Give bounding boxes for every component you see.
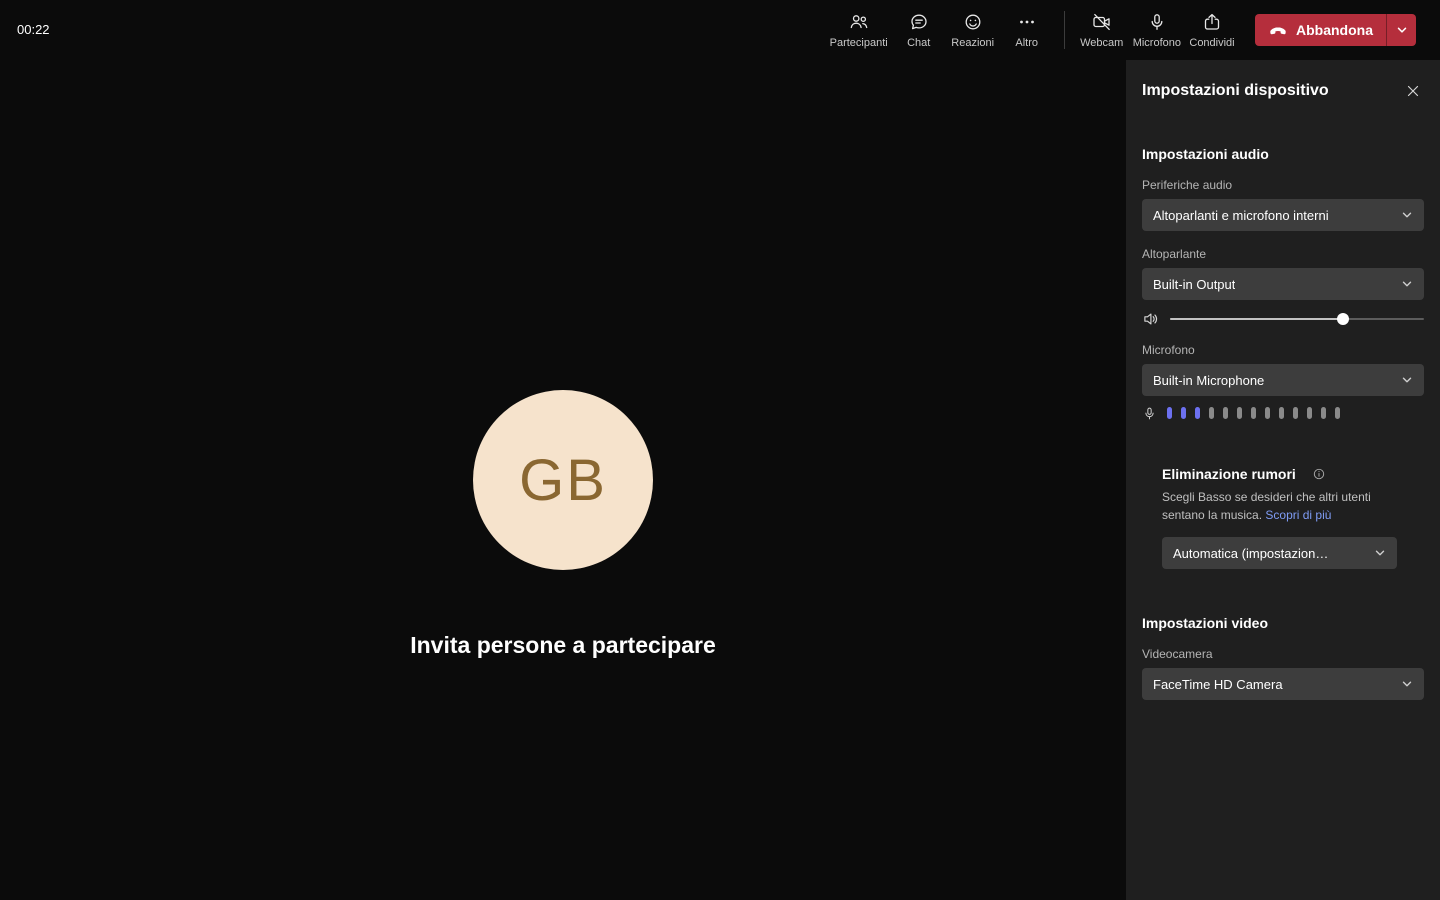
avatar-initials: GB bbox=[519, 447, 607, 513]
chevron-down-icon bbox=[1401, 678, 1413, 690]
chat-icon bbox=[909, 12, 929, 32]
leave-label: Abbandona bbox=[1296, 22, 1373, 38]
toolbar: Partecipanti Chat Reazioni Altro Webcam … bbox=[826, 0, 1416, 60]
camera-select[interactable]: FaceTime HD Camera bbox=[1142, 668, 1424, 700]
noise-suppression-value: Automatica (impostazion… bbox=[1173, 545, 1329, 561]
mic-level-icon bbox=[1142, 406, 1157, 421]
chevron-down-icon bbox=[1401, 209, 1413, 221]
mic-level-bar bbox=[1307, 407, 1312, 419]
microphone-label: Microfono bbox=[1132, 36, 1181, 49]
audio-devices-label: Periferiche audio bbox=[1142, 178, 1233, 192]
leave-options-button[interactable] bbox=[1386, 14, 1416, 46]
mic-level-bar bbox=[1167, 407, 1172, 419]
leave-button-group: Abbandona bbox=[1255, 14, 1416, 46]
noise-suppression-select[interactable]: Automatica (impostazion… bbox=[1162, 537, 1397, 569]
reactions-label: Reazioni bbox=[951, 36, 995, 49]
webcam-toggle-button[interactable]: Webcam bbox=[1075, 0, 1129, 60]
panel-header: Impostazioni dispositivo bbox=[1142, 80, 1424, 102]
share-icon bbox=[1202, 12, 1222, 32]
speaker-value: Built-in Output bbox=[1153, 276, 1236, 292]
ellipsis-icon bbox=[1017, 12, 1037, 32]
microphone-select[interactable]: Built-in Microphone bbox=[1142, 364, 1424, 396]
device-settings-panel: Impostazioni dispositivo Impostazioni au… bbox=[1126, 60, 1440, 900]
info-icon[interactable] bbox=[1312, 467, 1326, 481]
hangup-icon bbox=[1268, 20, 1288, 40]
mic-level-row bbox=[1142, 406, 1424, 420]
mic-level-bar bbox=[1321, 407, 1326, 419]
microphone-icon bbox=[1147, 12, 1167, 32]
audio-section-title: Impostazioni audio bbox=[1142, 146, 1269, 162]
webcam-label: Webcam bbox=[1080, 36, 1124, 49]
audio-devices-select[interactable]: Altoparlanti e microfono interni bbox=[1142, 199, 1424, 231]
video-section-title: Impostazioni video bbox=[1142, 615, 1269, 631]
chevron-down-icon bbox=[1401, 278, 1413, 290]
meeting-stage: GB Invita persone a partecipare bbox=[0, 60, 1126, 900]
mic-level-bar bbox=[1251, 407, 1256, 419]
mic-level-bar bbox=[1237, 407, 1242, 419]
close-panel-button[interactable] bbox=[1402, 80, 1424, 102]
noise-suppression-block: Eliminazione rumori Scegli Basso se desi… bbox=[1162, 466, 1424, 569]
mic-level-bar bbox=[1293, 407, 1298, 419]
more-button[interactable]: Altro bbox=[1000, 0, 1054, 60]
invite-heading: Invita persone a partecipare bbox=[410, 632, 716, 658]
more-label: Altro bbox=[1015, 36, 1039, 49]
avatar: GB bbox=[473, 390, 653, 570]
camera-value: FaceTime HD Camera bbox=[1153, 676, 1283, 692]
mic-level-bar bbox=[1265, 407, 1270, 419]
chevron-down-icon bbox=[1374, 547, 1386, 559]
reaction-icon bbox=[963, 12, 983, 32]
mic-level-meter bbox=[1167, 407, 1340, 419]
speaker-label: Altoparlante bbox=[1142, 247, 1207, 261]
participants-button[interactable]: Partecipanti bbox=[826, 0, 892, 60]
meeting-timer: 00:22 bbox=[17, 22, 50, 37]
leave-button[interactable]: Abbandona bbox=[1255, 14, 1386, 46]
volume-slider-fill bbox=[1170, 318, 1343, 320]
mic-level-bar bbox=[1335, 407, 1340, 419]
noise-suppression-description: Scegli Basso se desideri che altri utent… bbox=[1162, 488, 1390, 524]
chat-button[interactable]: Chat bbox=[892, 0, 946, 60]
mic-level-bar bbox=[1209, 407, 1214, 419]
camera-off-icon bbox=[1092, 12, 1112, 32]
speaker-volume-icon bbox=[1142, 310, 1160, 328]
microphone-value: Built-in Microphone bbox=[1153, 372, 1265, 388]
volume-row bbox=[1142, 311, 1424, 327]
mic-level-bar bbox=[1279, 407, 1284, 419]
chevron-down-icon bbox=[1396, 24, 1408, 36]
share-label: Condividi bbox=[1189, 36, 1235, 49]
speaker-select[interactable]: Built-in Output bbox=[1142, 268, 1424, 300]
volume-slider-handle[interactable] bbox=[1336, 313, 1349, 325]
mic-select-label: Microfono bbox=[1142, 343, 1195, 357]
camera-label: Videocamera bbox=[1142, 647, 1213, 661]
microphone-toggle-button[interactable]: Microfono bbox=[1129, 0, 1185, 60]
share-button[interactable]: Condividi bbox=[1185, 0, 1239, 60]
volume-slider[interactable] bbox=[1170, 313, 1424, 325]
mic-level-bar bbox=[1223, 407, 1228, 419]
mic-level-bar bbox=[1181, 407, 1186, 419]
chat-label: Chat bbox=[907, 36, 931, 49]
toolbar-divider bbox=[1063, 11, 1065, 49]
learn-more-link[interactable]: Scopri di più bbox=[1265, 508, 1331, 522]
participants-label: Partecipanti bbox=[829, 36, 888, 49]
meeting-topbar: 00:22 Partecipanti Chat Reazioni Altro W… bbox=[0, 0, 1440, 60]
close-icon bbox=[1404, 82, 1422, 100]
chevron-down-icon bbox=[1401, 374, 1413, 386]
audio-devices-value: Altoparlanti e microfono interni bbox=[1153, 207, 1329, 223]
people-icon bbox=[849, 12, 869, 32]
noise-suppression-title: Eliminazione rumori bbox=[1162, 466, 1296, 482]
panel-title: Impostazioni dispositivo bbox=[1142, 82, 1329, 99]
mic-level-bar bbox=[1195, 407, 1200, 419]
reactions-button[interactable]: Reazioni bbox=[946, 0, 1000, 60]
